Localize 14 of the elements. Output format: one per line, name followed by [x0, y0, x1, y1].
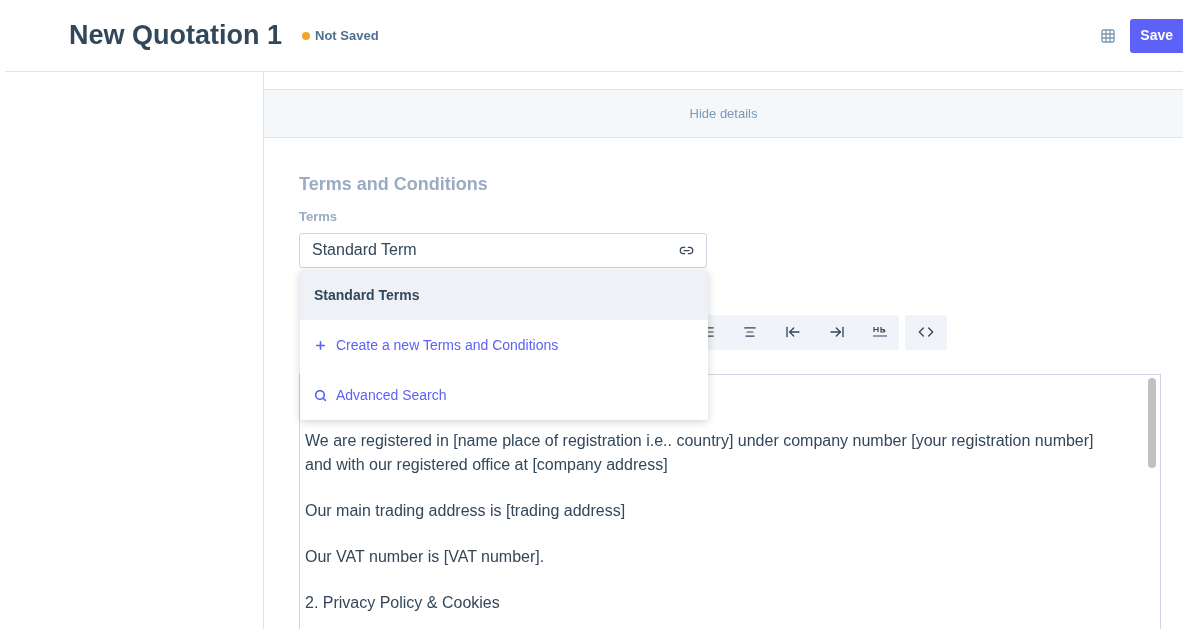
dropdown-option[interactable]: Create a new Terms and Conditions — [300, 320, 708, 370]
editor-paragraph: We are registered in [name place of registration i.e.. country] under company number [your registration number] and with our registered office at [company address] — [305, 430, 1095, 475]
save-button[interactable]: Save — [1130, 18, 1183, 53]
editor-paragraph: Our main trading address is [trading address] — [305, 500, 627, 521]
terms-input[interactable]: Standard Term — [299, 232, 707, 268]
dropdown-option[interactable]: Standard Terms — [300, 270, 708, 320]
page-title: New Quotation 1 — [69, 19, 282, 53]
editor-paragraph: 2. Privacy Policy & Cookies — [305, 592, 501, 613]
editor-paragraph: Our VAT number is [VAT number]. — [305, 546, 546, 567]
hide-details-bar[interactable]: Hide details — [264, 89, 1183, 138]
section-heading: Terms and Conditions — [299, 173, 489, 193]
save-status: Not Saved — [315, 26, 379, 45]
dropdown-option[interactable]: Advanced Search — [300, 370, 708, 420]
field-label: Terms — [299, 208, 339, 226]
